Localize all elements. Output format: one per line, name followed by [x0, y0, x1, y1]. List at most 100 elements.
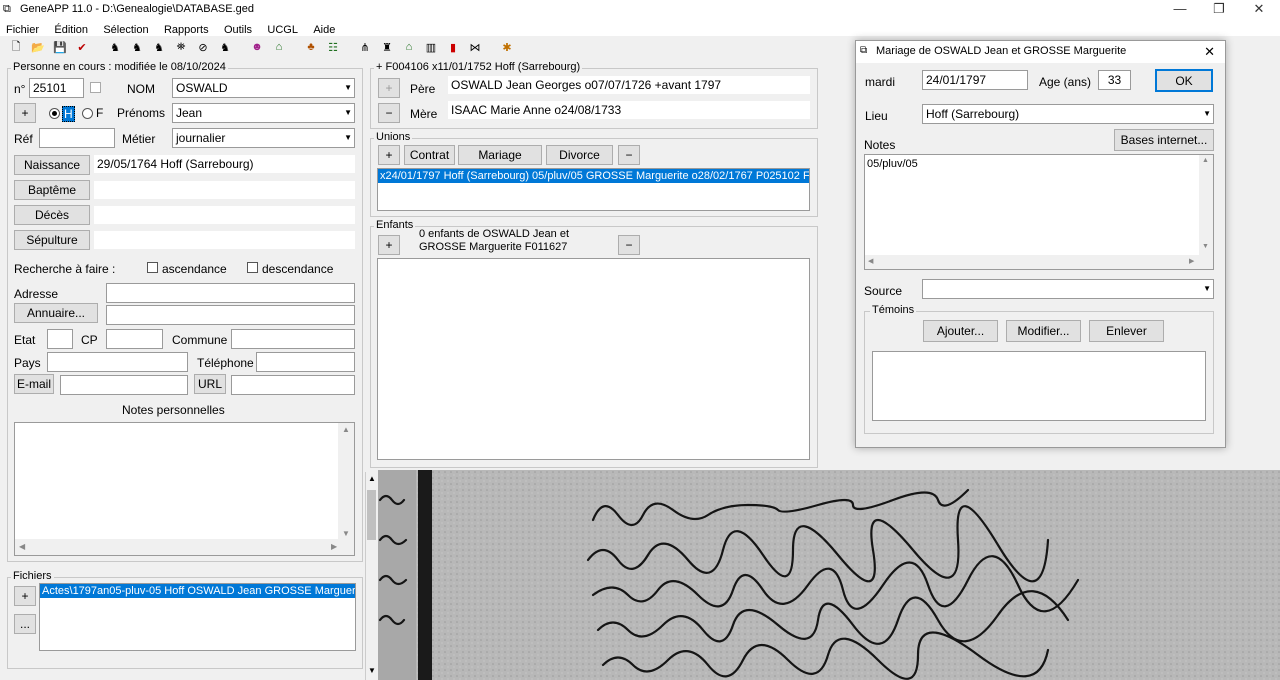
mariage-button[interactable]: Mariage	[458, 145, 542, 165]
notes-vscroll[interactable]: ▲ ▼	[338, 423, 354, 541]
ancestors-icon[interactable]: ♜	[378, 38, 396, 56]
nom-field[interactable]: OSWALD ▼	[172, 78, 355, 98]
files-list[interactable]: Actes\1797an05-pluv-05 Hoff OSWALD Jean …	[39, 583, 356, 651]
close-icon[interactable]: ✕	[1204, 44, 1215, 60]
pays-field[interactable]	[47, 352, 188, 372]
sex-f-label[interactable]: F	[96, 106, 103, 120]
sepulture-button[interactable]: Sépulture	[14, 230, 90, 250]
remove-mother-button[interactable]: −	[378, 103, 400, 123]
date-field[interactable]: 24/01/1797	[922, 70, 1028, 90]
scroll-down-icon[interactable]: ▼	[342, 529, 350, 538]
divorce-button[interactable]: Divorce	[546, 145, 613, 165]
deces-value[interactable]	[94, 206, 355, 224]
scroll-right-icon[interactable]: ▶	[331, 542, 337, 551]
restore-button[interactable]: ❐	[1199, 1, 1239, 17]
person-link-icon[interactable]: ⊘	[194, 38, 212, 56]
url-field[interactable]	[231, 375, 355, 395]
book-icon[interactable]: ▥	[422, 38, 440, 56]
sex-h-radio[interactable]	[49, 108, 60, 119]
telephone-field[interactable]	[256, 352, 355, 372]
minimize-button[interactable]: —	[1160, 1, 1200, 16]
person-delete-icon[interactable]: ♞	[216, 38, 234, 56]
person-search-icon[interactable]: ♞	[128, 38, 146, 56]
sex-h-label[interactable]: H	[62, 106, 75, 122]
save-icon[interactable]: 💾	[51, 38, 69, 56]
person-add-icon[interactable]: ♞	[150, 38, 168, 56]
main-vscroll[interactable]: ▲ ▼	[365, 472, 377, 680]
remove-child-button[interactable]: −	[618, 235, 640, 255]
add-file-button[interactable]: +	[14, 586, 36, 606]
deces-button[interactable]: Décès	[14, 205, 90, 225]
dialog-notes-vscroll[interactable]: ▲ ▼	[1199, 155, 1213, 255]
more-files-button[interactable]: ...	[14, 614, 36, 634]
sepulture-value[interactable]	[94, 231, 355, 249]
naissance-button[interactable]: Naissance	[14, 155, 90, 175]
temoins-list[interactable]	[872, 351, 1206, 421]
add-person-button[interactable]: +	[14, 103, 36, 123]
age-field[interactable]: 33	[1098, 70, 1131, 90]
home-icon[interactable]: ⌂	[270, 38, 288, 56]
notes-personnelles-textarea[interactable]: ▲ ▼ ◀ ▶	[14, 422, 355, 556]
menu-ucgl[interactable]: UCGL	[267, 24, 298, 36]
lieu-field[interactable]: Hoff (Sarrebourg) ▼	[922, 104, 1214, 124]
source-field[interactable]: ▼	[922, 279, 1214, 299]
add-union-button[interactable]: +	[378, 145, 400, 165]
dialog-notes-hscroll[interactable]: ◀ ▶	[865, 255, 1213, 269]
ok-button[interactable]: OK	[1155, 69, 1213, 92]
ref-field[interactable]	[39, 128, 115, 148]
email-field[interactable]	[60, 375, 188, 395]
menu-fichier[interactable]: Fichier	[6, 24, 39, 36]
ascendance-checkbox[interactable]	[147, 262, 158, 273]
menu-rapports[interactable]: Rapports	[164, 24, 209, 36]
num-field[interactable]: 25101	[29, 78, 84, 98]
scroll-thumb[interactable]	[367, 490, 376, 540]
house-icon[interactable]: ⌂	[400, 38, 418, 56]
menu-selection[interactable]: Sélection	[103, 24, 148, 36]
scroll-left-icon[interactable]: ◀	[868, 257, 873, 265]
list-item[interactable]: Actes\1797an05-pluv-05 Hoff OSWALD Jean …	[40, 584, 355, 598]
scroll-up-icon[interactable]: ▲	[368, 474, 376, 483]
bapteme-value[interactable]	[94, 181, 355, 199]
commune-field[interactable]	[231, 329, 355, 349]
etat-field[interactable]	[47, 329, 73, 349]
network-icon[interactable]: ⋔	[356, 38, 374, 56]
tree-icon[interactable]: ♣	[302, 38, 320, 56]
list-item[interactable]: x24/01/1797 Hoff (Sarrebourg) 05/pluv/05…	[378, 169, 809, 183]
close-window-button[interactable]: ✕	[1239, 1, 1279, 17]
adresse-line2-field[interactable]	[106, 305, 355, 325]
url-button[interactable]: URL	[194, 374, 226, 394]
scroll-up-icon[interactable]: ▲	[342, 425, 350, 434]
add-child-button[interactable]: +	[378, 235, 400, 255]
bapteme-button[interactable]: Baptême	[14, 180, 90, 200]
chart-icon[interactable]: ▮	[444, 38, 462, 56]
settings-icon[interactable]: ✱	[498, 38, 516, 56]
pere-value[interactable]: OSWALD Jean Georges o07/07/1726 +avant 1…	[448, 76, 810, 94]
annuaire-button[interactable]: Annuaire...	[14, 303, 98, 323]
cp-field[interactable]	[106, 329, 163, 349]
notes-textarea[interactable]: 05/pluv/05 ▲ ▼ ◀ ▶	[864, 154, 1214, 270]
menu-outils[interactable]: Outils	[224, 24, 252, 36]
scroll-left-icon[interactable]: ◀	[19, 542, 25, 551]
enlever-button[interactable]: Enlever	[1089, 320, 1164, 342]
check-icon[interactable]: ✔	[73, 38, 91, 56]
scroll-down-icon[interactable]: ▼	[1202, 243, 1209, 250]
scroll-down-icon[interactable]: ▼	[368, 666, 376, 675]
descendance-checkbox[interactable]	[247, 262, 258, 273]
tree-edit-icon[interactable]: ☷	[324, 38, 342, 56]
ajouter-button[interactable]: Ajouter...	[923, 320, 998, 342]
new-file-icon[interactable]: 🗋	[7, 38, 25, 56]
menu-edition[interactable]: Édition	[54, 24, 88, 36]
prenoms-field[interactable]: Jean ▼	[172, 103, 355, 123]
person-icon[interactable]: ♞	[106, 38, 124, 56]
metier-field[interactable]: journalier ▼	[172, 128, 355, 148]
notes-hscroll[interactable]: ◀ ▶	[15, 539, 354, 555]
locked-checkbox[interactable]	[90, 82, 101, 93]
person-move-icon[interactable]: ⛯	[172, 38, 190, 56]
scroll-up-icon[interactable]: ▲	[1202, 157, 1209, 164]
modifier-button[interactable]: Modifier...	[1006, 320, 1081, 342]
menu-aide[interactable]: Aide	[313, 24, 335, 36]
sex-f-radio[interactable]	[82, 108, 93, 119]
couple-icon[interactable]: ☻	[248, 38, 266, 56]
remove-union-button[interactable]: −	[618, 145, 640, 165]
scroll-right-icon[interactable]: ▶	[1189, 257, 1194, 265]
